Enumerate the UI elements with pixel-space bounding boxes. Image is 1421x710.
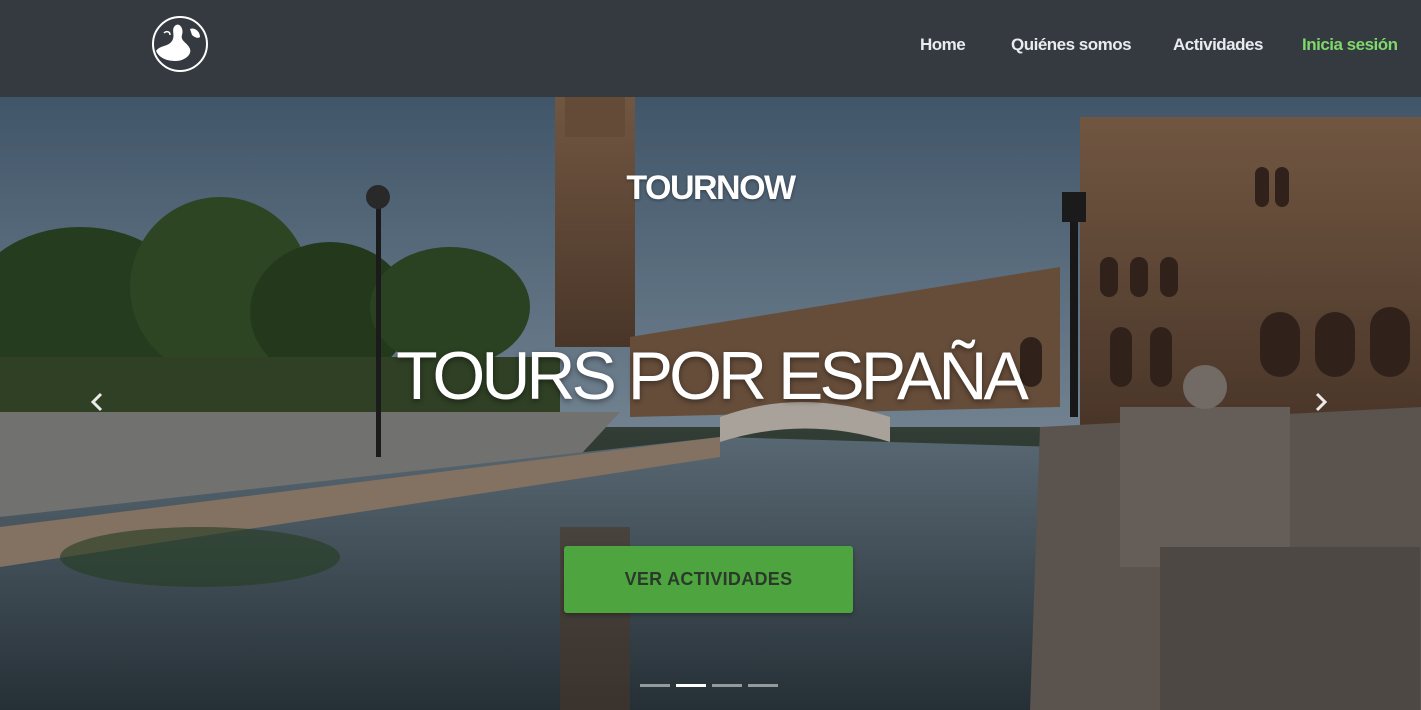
ver-actividades-button[interactable]: VER ACTIVIDADES bbox=[564, 546, 853, 613]
hero-title: TOURS POR ESPAÑA bbox=[396, 338, 1029, 414]
hero-carousel: TOURNOW TOURS POR ESPAÑA VER ACTIVIDADES bbox=[0, 97, 1421, 710]
chevron-right-icon bbox=[1313, 389, 1329, 419]
chevron-left-icon bbox=[89, 389, 105, 419]
carousel-indicator[interactable] bbox=[640, 684, 670, 687]
carousel-prev-button[interactable] bbox=[82, 389, 112, 419]
carousel-indicator-active[interactable] bbox=[676, 684, 706, 687]
nav-login-link[interactable]: Inicia sesión bbox=[1302, 35, 1398, 55]
top-navbar: Home Quiénes somos Actividades Inicia se… bbox=[0, 0, 1421, 97]
globe-logo-icon[interactable] bbox=[150, 15, 210, 73]
carousel-indicator[interactable] bbox=[712, 684, 742, 687]
hero-subtitle: TOURNOW bbox=[626, 169, 796, 207]
nav-quienes-somos-link[interactable]: Quiénes somos bbox=[1011, 35, 1132, 55]
carousel-indicator[interactable] bbox=[748, 684, 778, 687]
carousel-next-button[interactable] bbox=[1306, 389, 1336, 419]
carousel-indicators bbox=[640, 684, 778, 687]
nav-home-link[interactable]: Home bbox=[920, 35, 966, 55]
nav-actividades-link[interactable]: Actividades bbox=[1173, 35, 1263, 55]
